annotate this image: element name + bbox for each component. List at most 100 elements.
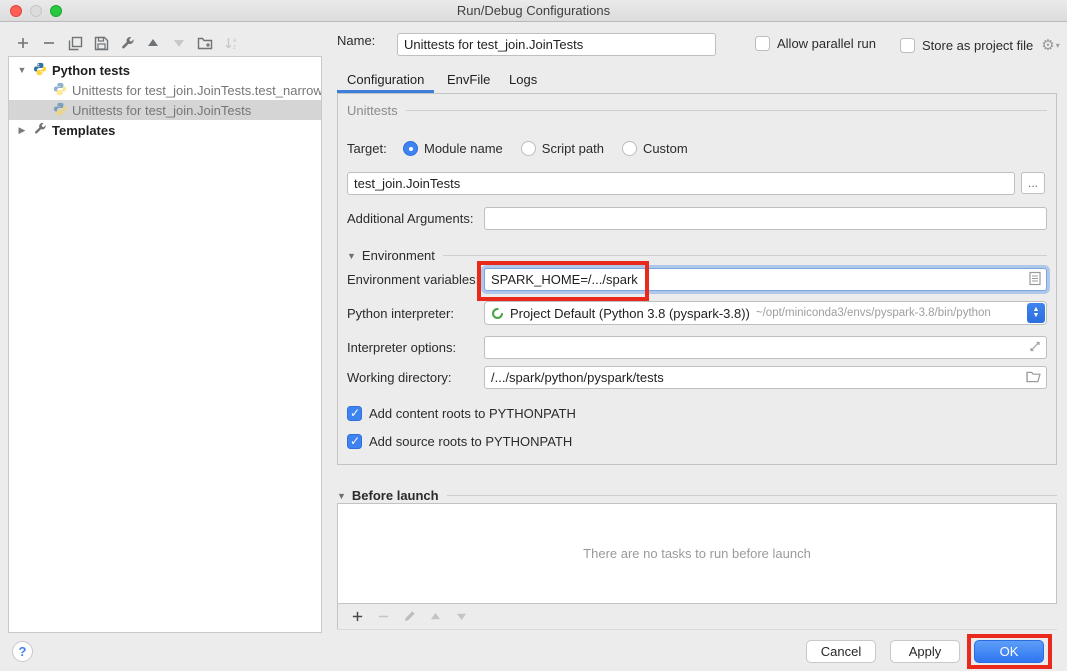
save-configuration-button[interactable] (88, 32, 114, 54)
caret-down-icon: ▾ (1056, 41, 1060, 50)
collapse-triangle-icon[interactable]: ▼ (337, 491, 346, 501)
python-test-icon (53, 102, 67, 119)
python-interpreter-label: Python interpreter: (347, 306, 484, 321)
name-input[interactable] (397, 33, 716, 56)
expand-field-icon[interactable] (1029, 340, 1041, 355)
minus-icon (377, 610, 390, 623)
browse-module-button[interactable]: ... (1021, 172, 1045, 194)
module-name-input[interactable] (347, 172, 1015, 195)
target-label: Target: (347, 141, 383, 156)
store-as-project-file-checkbox[interactable]: Store as project file ⚙▾ (900, 36, 1060, 54)
save-icon (94, 36, 109, 51)
checkbox-checked-icon[interactable] (347, 434, 362, 449)
section-divider (443, 255, 1047, 256)
folder-icon[interactable] (1026, 370, 1041, 385)
tree-node-templates[interactable]: ▶ Templates (9, 120, 321, 140)
select-spinner-icon[interactable]: ▲▼ (1027, 303, 1045, 323)
move-task-down-button[interactable] (448, 606, 474, 628)
tree-node-unittest-narrow[interactable]: Unittests for test_join.JoinTests.test_n… (9, 80, 321, 100)
edit-task-button[interactable] (396, 606, 422, 628)
section-divider (447, 495, 1057, 496)
interpreter-path: ~/opt/miniconda3/envs/pyspark-3.8/bin/py… (756, 307, 991, 319)
tree-node-unittest-jointests[interactable]: Unittests for test_join.JoinTests (9, 100, 321, 120)
sort-az-icon: az (224, 36, 239, 51)
add-source-roots-label: Add source roots to PYTHONPATH (369, 434, 572, 449)
tab-envfile[interactable]: EnvFile (447, 68, 490, 90)
environment-variables-input[interactable] (484, 268, 1047, 291)
tree-node-label: Templates (52, 123, 115, 138)
tree-node-label: Python tests (52, 63, 130, 78)
store-as-project-file-label: Store as project file (922, 38, 1033, 53)
move-up-button[interactable] (140, 32, 166, 54)
python-interpreter-select[interactable]: Project Default (Python 3.8 (pyspark-3.8… (484, 301, 1047, 325)
copy-icon (68, 36, 83, 51)
configurations-tree: ▼ Python tests Unittests for test_join.J… (8, 56, 322, 633)
python-test-icon (53, 82, 67, 99)
before-launch-title: Before launch (352, 488, 439, 503)
arrow-down-icon (456, 612, 467, 621)
checkbox-checked-icon[interactable] (347, 406, 362, 421)
add-task-button[interactable] (344, 606, 370, 628)
tree-node-label: Unittests for test_join.JoinTests.test_n… (72, 83, 321, 98)
interpreter-value: Project Default (Python 3.8 (pyspark-3.8… (510, 306, 750, 321)
folder-plus-icon (197, 36, 213, 50)
svg-text:a: a (233, 38, 237, 44)
radio-module-name[interactable] (403, 141, 418, 156)
interpreter-options-input[interactable] (484, 336, 1047, 359)
chevron-right-icon[interactable]: ▶ (17, 125, 27, 136)
remove-configuration-button[interactable] (36, 32, 62, 54)
cancel-button[interactable]: Cancel (806, 640, 876, 663)
edit-variables-icon[interactable] (1029, 271, 1041, 288)
checkbox-unchecked-icon[interactable] (755, 36, 770, 51)
interpreter-options-label: Interpreter options: (347, 340, 484, 355)
ok-button[interactable]: OK (974, 640, 1044, 663)
gear-icon[interactable]: ⚙ (1041, 36, 1054, 54)
allow-parallel-run-checkbox[interactable]: Allow parallel run (755, 36, 876, 51)
remove-task-button[interactable] (370, 606, 396, 628)
svg-text:z: z (233, 45, 236, 51)
configurations-toolbar: az (10, 31, 244, 55)
before-launch-task-list[interactable]: There are no tasks to run before launch (337, 503, 1057, 604)
python-icon (33, 62, 47, 79)
add-source-roots-checkbox[interactable]: Add source roots to PYTHONPATH (347, 434, 572, 449)
additional-arguments-label: Additional Arguments: (347, 211, 484, 226)
edit-templates-button[interactable] (114, 32, 140, 54)
working-directory-input[interactable] (484, 366, 1047, 389)
collapse-triangle-icon[interactable]: ▼ (347, 251, 356, 261)
tab-logs[interactable]: Logs (509, 68, 537, 90)
create-folder-button[interactable] (192, 32, 218, 54)
sort-configurations-button[interactable]: az (218, 32, 244, 54)
name-label: Name: (337, 33, 375, 48)
working-directory-label: Working directory: (347, 370, 484, 385)
tab-configuration[interactable]: Configuration (347, 68, 424, 90)
radio-custom-label: Custom (643, 141, 688, 156)
group-divider (406, 110, 1047, 111)
add-configuration-button[interactable] (10, 32, 36, 54)
window-title: Run/Debug Configurations (0, 3, 1067, 18)
pencil-icon (403, 610, 416, 623)
help-button[interactable]: ? (12, 641, 33, 662)
before-launch-toolbar (337, 604, 1057, 630)
allow-parallel-run-label: Allow parallel run (777, 36, 876, 51)
checkbox-unchecked-icon[interactable] (900, 38, 915, 53)
move-task-up-button[interactable] (422, 606, 448, 628)
move-down-button[interactable] (166, 32, 192, 54)
add-content-roots-checkbox[interactable]: Add content roots to PYTHONPATH (347, 406, 576, 421)
radio-module-name-label: Module name (424, 141, 503, 156)
radio-script-path-label: Script path (542, 141, 604, 156)
wrench-icon (120, 36, 135, 51)
radio-script-path[interactable] (521, 141, 536, 156)
plus-icon (351, 610, 364, 623)
arrow-up-icon (147, 38, 159, 48)
chevron-down-icon[interactable]: ▼ (17, 65, 27, 75)
arrow-up-icon (430, 612, 441, 621)
copy-configuration-button[interactable] (62, 32, 88, 54)
radio-custom[interactable] (622, 141, 637, 156)
plus-icon (16, 36, 30, 50)
apply-button[interactable]: Apply (890, 640, 960, 663)
additional-arguments-input[interactable] (484, 207, 1047, 230)
add-content-roots-label: Add content roots to PYTHONPATH (369, 406, 576, 421)
conda-env-icon (491, 307, 504, 320)
tree-node-python-tests[interactable]: ▼ Python tests (9, 60, 321, 80)
environment-section-title: Environment (362, 248, 435, 263)
